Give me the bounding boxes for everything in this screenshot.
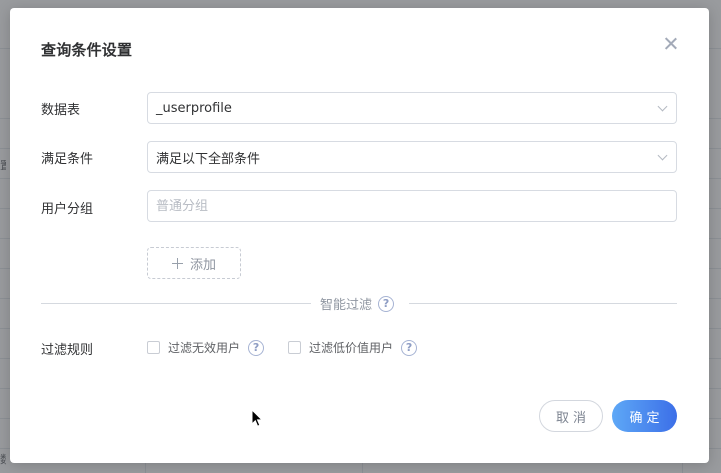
add-button[interactable]: 添加 [147, 247, 241, 279]
divider-label: 智能过滤 [320, 298, 373, 313]
condition-select-value: 满足以下全部条件 [156, 151, 261, 167]
close-icon[interactable] [663, 36, 679, 52]
group-field[interactable] [147, 190, 677, 222]
filter-rules-label: 过滤规则 [41, 343, 94, 358]
query-settings-dialog: 查询条件设置 数据表 _userprofile 满足条件 满足以下全部条件 用户… [10, 8, 709, 463]
table-label: 数据表 [41, 103, 81, 118]
help-icon[interactable]: ? [248, 339, 265, 356]
filter-low-value-users-option[interactable]: 过滤低价值用户 ? [288, 339, 418, 356]
help-icon[interactable]: ? [401, 339, 418, 356]
mouse-cursor-icon [251, 409, 263, 427]
confirm-button[interactable]: 确定 [612, 400, 677, 432]
checkbox[interactable] [288, 341, 301, 354]
condition-select[interactable]: 满足以下全部条件 [147, 141, 677, 173]
table-select[interactable]: _userprofile [147, 92, 677, 124]
divider-line-left [41, 303, 311, 304]
table-select-value: _userprofile [156, 100, 232, 116]
filter-invalid-users-option[interactable]: 过滤无效用户 ? [147, 339, 265, 356]
help-icon[interactable]: ? [378, 295, 395, 312]
condition-label: 满足条件 [41, 152, 94, 167]
group-input[interactable] [156, 198, 666, 214]
checkbox-label[interactable]: 过滤无效用户 [168, 339, 240, 356]
group-label: 用户分组 [41, 202, 94, 217]
chevron-down-icon [657, 150, 668, 160]
smart-filter-divider: 智能过滤 ? [320, 294, 395, 313]
add-button-label: 添加 [189, 257, 216, 273]
dialog-title: 查询条件设置 [41, 41, 133, 59]
plus-icon [171, 257, 183, 269]
divider-line-right [409, 303, 677, 304]
checkbox-label[interactable]: 过滤低价值用户 [309, 339, 393, 356]
chevron-down-icon [657, 101, 668, 111]
checkbox[interactable] [147, 341, 160, 354]
cancel-button[interactable]: 取消 [539, 400, 603, 432]
